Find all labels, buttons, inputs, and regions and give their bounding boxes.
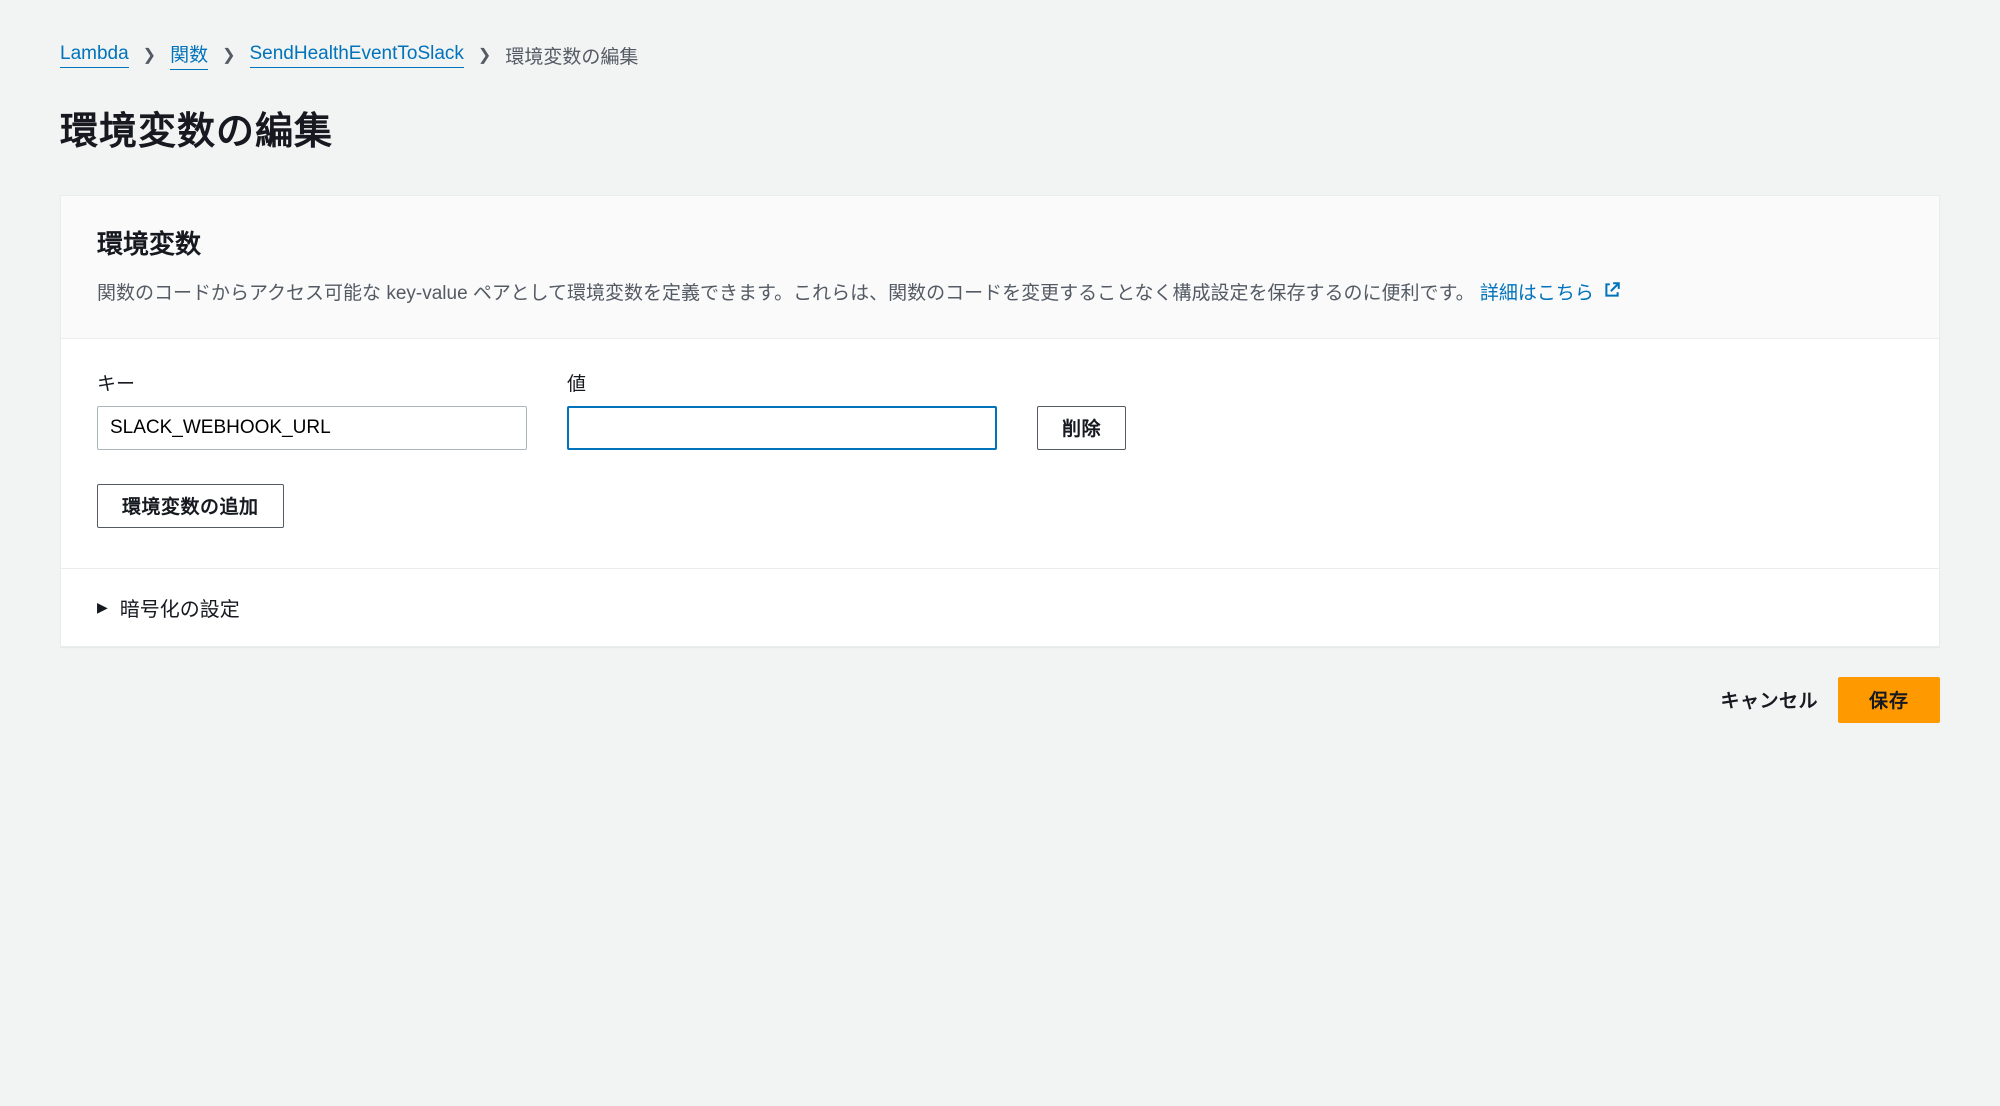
- panel-description-text: 関数のコードからアクセス可能な key-value ペアとして環境変数を定義でき…: [97, 283, 1475, 304]
- encryption-section: ▶ 暗号化の設定: [61, 569, 1939, 646]
- bottom-actions: キャンセル 保存: [60, 647, 1940, 733]
- encryption-title: 暗号化の設定: [120, 593, 240, 622]
- chevron-right-icon: ❯: [478, 45, 491, 65]
- panel-title: 環境変数: [97, 224, 1903, 261]
- breadcrumb-link-lambda[interactable]: Lambda: [60, 43, 129, 68]
- env-vars-panel: 環境変数 関数のコードからアクセス可能な key-value ペアとして環境変数…: [60, 195, 1940, 647]
- value-label: 値: [567, 369, 997, 396]
- breadcrumb-link-functions[interactable]: 関数: [170, 40, 208, 70]
- learn-more-link[interactable]: 詳細はこちら: [1480, 283, 1621, 304]
- add-env-var-button[interactable]: 環境変数の追加: [97, 484, 284, 528]
- panel-description: 関数のコードからアクセス可能な key-value ペアとして環境変数を定義でき…: [97, 279, 1903, 310]
- panel-header: 環境変数 関数のコードからアクセス可能な key-value ペアとして環境変数…: [61, 196, 1939, 339]
- learn-more-label: 詳細はこちら: [1480, 283, 1594, 304]
- panel-body: キー 値 削除 環境変数の追加: [61, 339, 1939, 569]
- breadcrumb-current: 環境変数の編集: [505, 42, 638, 69]
- value-field: 値: [567, 369, 997, 450]
- page-title: 環境変数の編集: [60, 100, 1940, 155]
- delete-button[interactable]: 削除: [1037, 406, 1126, 450]
- save-button[interactable]: 保存: [1838, 677, 1940, 723]
- env-var-row: キー 値 削除: [97, 369, 1903, 450]
- chevron-right-icon: ❯: [222, 45, 235, 65]
- encryption-toggle[interactable]: ▶ 暗号化の設定: [97, 593, 1903, 622]
- breadcrumb: Lambda ❯ 関数 ❯ SendHealthEventToSlack ❯ 環…: [60, 40, 1940, 70]
- external-link-icon: [1603, 279, 1621, 309]
- breadcrumb-link-function-name[interactable]: SendHealthEventToSlack: [250, 43, 464, 68]
- key-label: キー: [97, 369, 527, 396]
- caret-right-icon: ▶: [97, 599, 108, 616]
- value-input[interactable]: [567, 406, 997, 450]
- chevron-right-icon: ❯: [143, 45, 156, 65]
- key-input[interactable]: [97, 406, 527, 450]
- cancel-button[interactable]: キャンセル: [1720, 686, 1818, 713]
- key-field: キー: [97, 369, 527, 450]
